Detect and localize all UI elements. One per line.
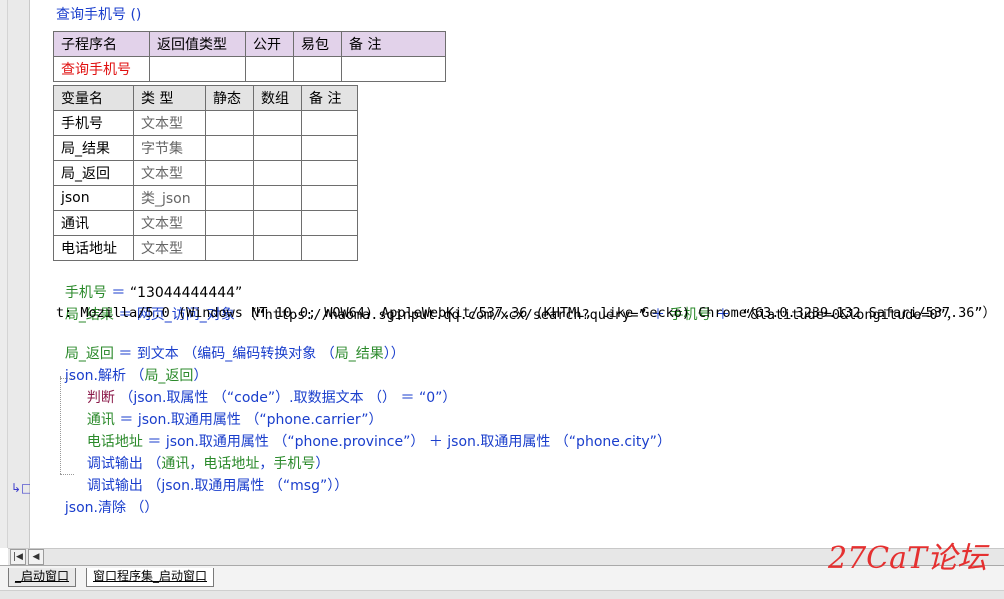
column-header: 静态 [205, 85, 254, 111]
table-cell[interactable] [205, 110, 254, 136]
table-cell[interactable] [293, 56, 342, 82]
scroll-left-button[interactable]: ◀ [28, 549, 44, 565]
table-cell[interactable]: 电话地址 [53, 235, 134, 261]
table-row[interactable]: 局_结果 字节集 [53, 135, 358, 161]
table-cell[interactable] [301, 160, 358, 186]
table-row[interactable]: 查询手机号 [53, 56, 446, 82]
table-cell[interactable] [245, 56, 294, 82]
scroll-first-button[interactable]: |◀ [10, 549, 26, 565]
column-header: 子程序名 [53, 31, 150, 57]
table-cell[interactable] [341, 56, 446, 82]
function-token: 取通用属性 [480, 434, 551, 450]
table-cell[interactable] [301, 185, 358, 211]
table-cell[interactable]: 文本型 [133, 235, 206, 261]
column-header: 备 注 [341, 31, 446, 57]
table-cell[interactable]: 手机号 [53, 110, 134, 136]
table-row[interactable]: 电话地址 文本型 [53, 235, 358, 261]
table-cell[interactable] [205, 160, 254, 186]
subroutine-table: 子程序名 返回值类型 公开 易包 备 注 查询手机号 [53, 31, 446, 82]
table-cell[interactable]: json [53, 185, 134, 211]
column-header: 变量名 [53, 85, 134, 111]
tab-label: 窗口程序集_启动窗口 [93, 569, 208, 583]
table-row[interactable]: 局_返回 文本型 [53, 160, 358, 186]
table-cell[interactable] [253, 160, 302, 186]
subroutine-name-cell[interactable]: 查询手机号 [53, 56, 150, 82]
string-token: （“phone.city”） [550, 434, 671, 450]
subroutine-title: 查询手机号 () [56, 7, 142, 23]
table-cell[interactable]: 局_返回 [53, 160, 134, 186]
table-cell[interactable]: 文本型 [133, 110, 206, 136]
column-header: 公开 [245, 31, 294, 57]
object-token: json. [161, 478, 195, 494]
code-line-2-wrap[interactable]: t: Mozilla/5.0 (Windows NT 10.0; WOW64) … [56, 303, 1004, 323]
watermark-logo: 27CaT论坛 [827, 541, 990, 576]
table-cell[interactable] [253, 185, 302, 211]
table-cell[interactable] [253, 210, 302, 236]
tab-window-assembly[interactable]: 窗口程序集_启动窗口 [86, 568, 215, 587]
table-cell[interactable]: 局_结果 [53, 135, 134, 161]
table-cell[interactable]: 文本型 [133, 210, 206, 236]
table-cell[interactable]: 通讯 [53, 210, 134, 236]
table-cell[interactable]: 文本型 [133, 160, 206, 186]
table-cell[interactable]: 字节集 [133, 135, 206, 161]
table-cell[interactable] [301, 135, 358, 161]
table-cell[interactable] [149, 56, 246, 82]
function-token: 清除 [97, 500, 126, 516]
column-header: 返回值类型 [149, 31, 246, 57]
paren-token: （） [125, 500, 159, 516]
variable-table-header: 变量名 类 型 静态 数组 备 注 [53, 85, 358, 111]
variable-token: 局_结果 [334, 346, 384, 362]
watermark-text: 27CaT论坛 [827, 541, 990, 576]
string-token: （“msg”）） [264, 478, 349, 494]
table-cell[interactable]: 类_json [133, 185, 206, 211]
object-token: json. [447, 434, 481, 450]
column-header: 数组 [253, 85, 302, 111]
function-token: 取通用属性 [194, 478, 265, 494]
operator-token: ＋ [424, 434, 448, 450]
paren-token: ）） [383, 346, 405, 362]
table-cell[interactable] [253, 235, 302, 261]
column-header: 易包 [293, 31, 342, 57]
function-token: 编码_编码转换对象 [197, 346, 317, 362]
flow-tree-branch [60, 378, 74, 379]
column-header: 类 型 [133, 85, 206, 111]
object-token: json. [64, 500, 98, 516]
table-cell[interactable] [301, 235, 358, 261]
table-row[interactable]: json 类_json [53, 185, 358, 211]
flow-tree-line [60, 376, 61, 474]
paren-token: （ [316, 346, 335, 362]
variable-table: 变量名 类 型 静态 数组 备 注 手机号 文本型 局_结果 字节集 局_返回 … [53, 85, 358, 261]
table-cell[interactable] [205, 185, 254, 211]
line-gutter: » » ↳□ [8, 0, 46, 548]
table-cell[interactable] [301, 210, 358, 236]
tab-startup-window[interactable]: _启动窗口 [8, 568, 77, 587]
left-margin-strip [0, 0, 8, 548]
table-cell[interactable] [253, 110, 302, 136]
table-row[interactable]: 通讯 文本型 [53, 210, 358, 236]
code-line-10[interactable]: json.清除 （） [56, 478, 159, 518]
tab-bar-bottom [0, 590, 1004, 599]
table-cell[interactable] [253, 135, 302, 161]
table-cell[interactable] [205, 235, 254, 261]
table-cell[interactable] [205, 210, 254, 236]
flow-tree-branch [60, 474, 74, 475]
table-row[interactable]: 手机号 文本型 [53, 110, 358, 136]
table-cell[interactable] [301, 110, 358, 136]
tab-label: _启动窗口 [15, 569, 70, 583]
table-cell[interactable] [205, 135, 254, 161]
column-header: 备 注 [301, 85, 358, 111]
subroutine-table-header: 子程序名 返回值类型 公开 易包 备 注 [53, 31, 446, 57]
